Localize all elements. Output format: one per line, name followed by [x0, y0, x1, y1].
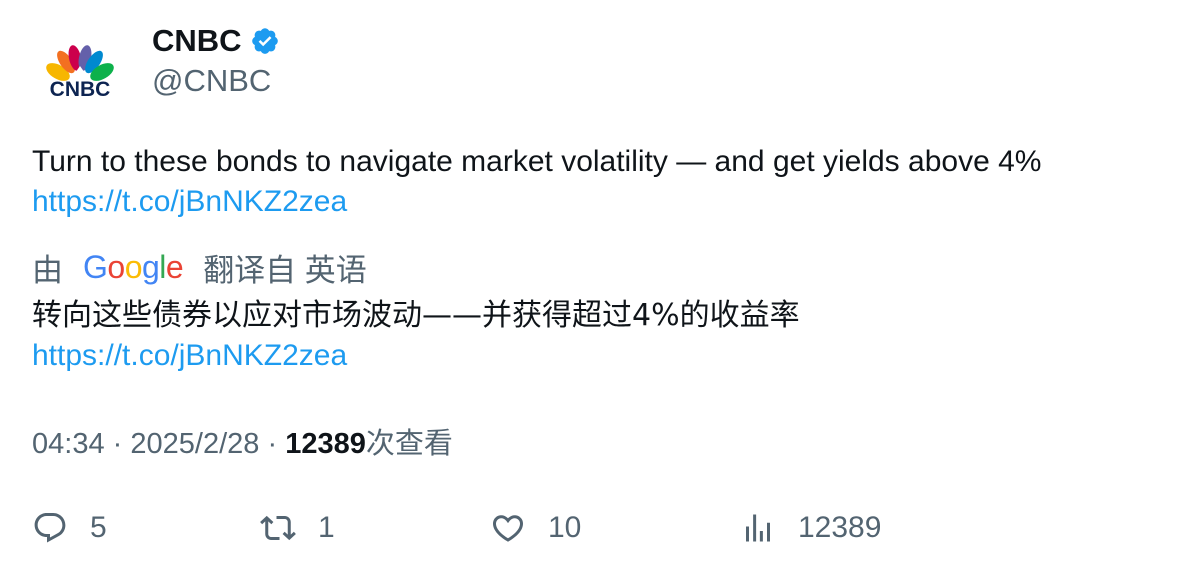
views-count: 12389 [285, 428, 366, 460]
avatar[interactable]: CNBC [32, 24, 128, 120]
translated-link[interactable]: https://t.co/jBnNKZ2zea [32, 336, 1162, 376]
reply-button[interactable]: 5 [32, 510, 107, 546]
tweet-date[interactable]: 2025/2/28 [130, 428, 259, 460]
logo-text: CNBC [50, 78, 111, 101]
google-logo: Google [83, 248, 184, 285]
like-button[interactable]: 10 [490, 510, 581, 546]
meta-separator: · [112, 428, 123, 460]
action-bar: 5 1 10 12389 [0, 510, 1196, 554]
author-name[interactable]: CNBC [152, 22, 242, 60]
views-count-action: 12389 [798, 511, 882, 544]
views-label: 次查看 [365, 426, 453, 460]
reply-icon [34, 513, 66, 543]
tweet-meta: 04:34 · 2025/2/28 · 12389次查看 [32, 423, 453, 464]
tweet-text: Turn to these bonds to navigate market v… [32, 145, 1042, 178]
analytics-icon [746, 514, 770, 542]
tweet-link[interactable]: https://t.co/jBnNKZ2zea [32, 182, 1162, 222]
translation-prefix: 由 [32, 252, 63, 288]
retweet-icon [260, 515, 296, 541]
translated-body: 转向这些债券以应对市场波动——并获得超过4%的收益率 https://t.co/… [32, 296, 1162, 376]
tweet-body: Turn to these bonds to navigate market v… [32, 142, 1162, 222]
heart-icon [492, 515, 524, 542]
translated-text: 转向这些债券以应对市场波动——并获得超过4%的收益率 [32, 298, 800, 333]
cnbc-peacock-logo: CNBC [46, 45, 114, 101]
author-handle[interactable]: @CNBC [152, 62, 271, 100]
tweet-time[interactable]: 04:34 [32, 428, 105, 460]
retweet-button[interactable]: 1 [260, 510, 335, 546]
author-name-row: CNBC [152, 22, 280, 60]
verified-badge-icon [251, 28, 278, 54]
translation-attribution: 由 Google 翻译自 英语 [32, 246, 367, 288]
views-button[interactable]: 12389 [740, 510, 881, 546]
meta-separator: · [267, 428, 278, 460]
like-count: 10 [548, 511, 582, 544]
retweet-count: 1 [318, 511, 335, 544]
reply-count: 5 [90, 511, 107, 544]
translation-suffix: 翻译自 英语 [203, 252, 367, 288]
